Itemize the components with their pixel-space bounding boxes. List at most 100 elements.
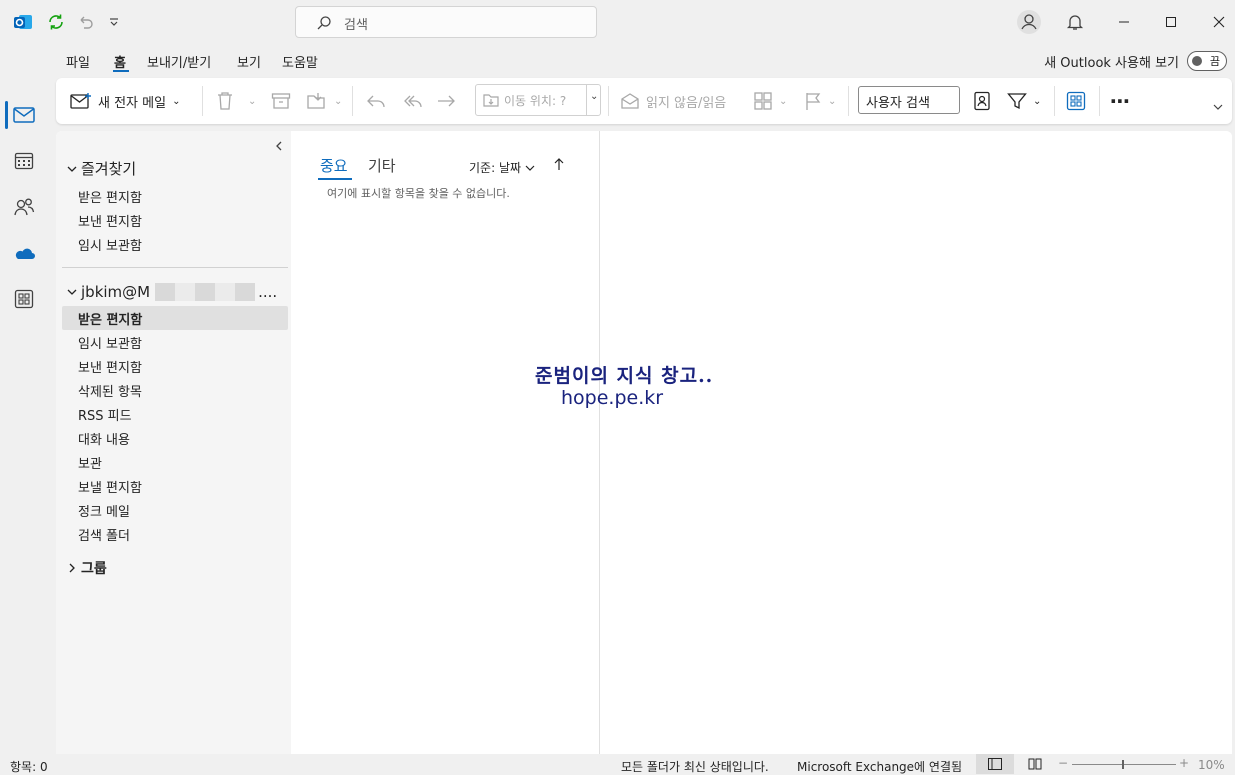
mail-icon[interactable]: [10, 101, 38, 129]
folder-conversations[interactable]: 대화 내용: [78, 429, 130, 448]
ribbon-divider: [352, 86, 353, 116]
chevron-down-icon: ⌄: [828, 95, 837, 107]
chevron-down-icon: [66, 286, 78, 298]
flag-button[interactable]: ⌄: [804, 86, 836, 116]
normal-view-icon: [988, 758, 1002, 770]
favorite-inbox[interactable]: 받은 편지함: [78, 187, 142, 206]
more-options-icon[interactable]: ⋯: [1110, 86, 1131, 116]
maximize-button[interactable]: [1148, 6, 1194, 38]
status-bar: 항목: 0 모든 폴더가 최신 상태입니다. Microsoft Exchang…: [0, 754, 1235, 774]
undo-icon[interactable]: [74, 11, 96, 33]
sort-direction-icon[interactable]: [554, 157, 564, 171]
active-tab-indicator: [113, 70, 129, 72]
new-outlook-label: 새 Outlook 사용해 보기: [1044, 55, 1179, 71]
folder-inbox[interactable]: 받은 편지함: [78, 309, 142, 328]
toggle-knob: [1192, 56, 1202, 66]
new-mail-button[interactable]: 새 전자 메일 ⌄: [70, 86, 180, 116]
layout-grid-icon[interactable]: [1066, 86, 1086, 116]
move-to-dropdown[interactable]: 이동 위치: ? ⌄: [475, 84, 601, 116]
address-book-icon[interactable]: [973, 86, 991, 116]
account-header[interactable]: jbkim@M ....: [66, 283, 277, 301]
tab-focused[interactable]: 중요: [320, 155, 348, 176]
zoom-in-button[interactable]: +: [1179, 756, 1189, 770]
minimize-button[interactable]: [1101, 6, 1147, 38]
sync-status: 모든 폴더가 최신 상태입니다.: [621, 760, 769, 774]
archive-icon: [271, 92, 291, 110]
favorite-sent[interactable]: 보낸 편지함: [78, 211, 142, 230]
tab-home[interactable]: 홈: [114, 52, 126, 71]
zoom-slider-thumb[interactable]: [1122, 760, 1124, 769]
folder-drafts[interactable]: 임시 보관함: [78, 333, 142, 352]
reading-pane: [600, 131, 1232, 754]
dropdown-divider: [586, 85, 587, 115]
ribbon-expand-icon[interactable]: [1212, 92, 1224, 122]
archive-button[interactable]: [271, 86, 291, 116]
trash-icon: [216, 91, 234, 111]
favorites-header[interactable]: 즐겨찾기: [66, 158, 136, 179]
move-button[interactable]: ⌄: [306, 86, 342, 116]
folder-rss[interactable]: RSS 피드: [78, 405, 132, 424]
folder-sent[interactable]: 보낸 편지함: [78, 357, 142, 376]
app-rail: [0, 46, 48, 754]
folder-outbox[interactable]: 보낼 편지함: [78, 477, 142, 496]
search-input[interactable]: 검색: [295, 6, 597, 38]
reply-icon[interactable]: [366, 86, 386, 116]
bell-icon[interactable]: [1052, 6, 1098, 38]
categorize-button[interactable]: ⌄: [753, 86, 787, 116]
account-ellipsis: ....: [258, 283, 278, 301]
search-placeholder: 검색: [344, 18, 368, 33]
tab-other[interactable]: 기타: [368, 155, 396, 176]
read-unread-button[interactable]: 읽지 않음/읽음: [620, 86, 726, 116]
folder-search[interactable]: 검색 폴더: [78, 525, 130, 544]
new-outlook-toggle-area: 새 Outlook 사용해 보기 끔: [1044, 50, 1227, 72]
quick-access-dropdown-icon[interactable]: [103, 11, 125, 33]
zoom-slider[interactable]: [1072, 764, 1176, 765]
tab-view[interactable]: 보기: [237, 52, 261, 71]
chevron-down-icon: ⌄: [1033, 95, 1042, 107]
favorite-drafts[interactable]: 임시 보관함: [78, 235, 142, 254]
tab-file[interactable]: 파일: [66, 52, 90, 71]
folder-junk[interactable]: 정크 메일: [78, 501, 130, 520]
chevron-down-icon: ⌄: [248, 95, 257, 107]
account-avatar[interactable]: [1006, 6, 1052, 38]
people-icon[interactable]: [10, 193, 38, 221]
zoom-level: 10%: [1198, 758, 1225, 772]
folder-archive[interactable]: 보관: [78, 453, 102, 472]
zoom-out-button[interactable]: −: [1058, 756, 1068, 770]
categorize-icon: [753, 91, 773, 111]
close-button[interactable]: [1196, 6, 1235, 38]
delete-button[interactable]: ⌄: [216, 86, 256, 116]
chevron-down-icon: ⌄: [779, 95, 788, 107]
filter-button[interactable]: ⌄: [1007, 86, 1041, 116]
chevron-down-icon: [525, 163, 535, 173]
new-outlook-toggle[interactable]: 끔: [1187, 51, 1227, 71]
sync-icon[interactable]: [45, 11, 67, 33]
people-search-input[interactable]: 사용자 검색: [858, 86, 960, 114]
normal-view-button[interactable]: [976, 754, 1014, 774]
tab-help[interactable]: 도움말: [282, 52, 318, 71]
sort-by-button[interactable]: 기준: 날짜: [469, 159, 535, 176]
calendar-icon[interactable]: [10, 147, 38, 175]
chevron-down-icon: ⌄: [172, 95, 181, 107]
folder-divider: [62, 267, 288, 268]
ribbon-toolbar: 새 전자 메일 ⌄ ⌄ ⌄ 이동 위치: ? ⌄ 읽지 않음/읽음 ⌄ ⌄ 사용…: [56, 78, 1232, 124]
onedrive-icon[interactable]: [10, 239, 38, 267]
collapse-pane-icon[interactable]: [275, 141, 283, 151]
groups-header-label: 그룹: [81, 561, 107, 577]
folder-deleted[interactable]: 삭제된 항목: [78, 381, 142, 400]
tab-send-receive[interactable]: 보내기/받기: [147, 52, 211, 71]
envelope-open-icon: [620, 92, 640, 110]
watermark-title: 준범이의 지식 창고..: [535, 365, 714, 387]
reply-all-icon[interactable]: [401, 86, 423, 116]
apps-icon[interactable]: [10, 285, 38, 313]
reading-view-icon[interactable]: [1028, 758, 1042, 770]
rail-active-indicator: [5, 101, 8, 129]
new-mail-label: 새 전자 메일: [98, 95, 167, 111]
move-to-icon: [482, 91, 500, 109]
forward-icon[interactable]: [436, 86, 456, 116]
empty-message: 여기에 표시할 항목을 찾을 수 없습니다.: [327, 187, 510, 200]
groups-header[interactable]: 그룹: [66, 558, 107, 578]
people-search-label: 사용자 검색: [866, 96, 930, 111]
read-unread-label: 읽지 않음/읽음: [646, 95, 727, 111]
filter-icon: [1007, 92, 1027, 110]
